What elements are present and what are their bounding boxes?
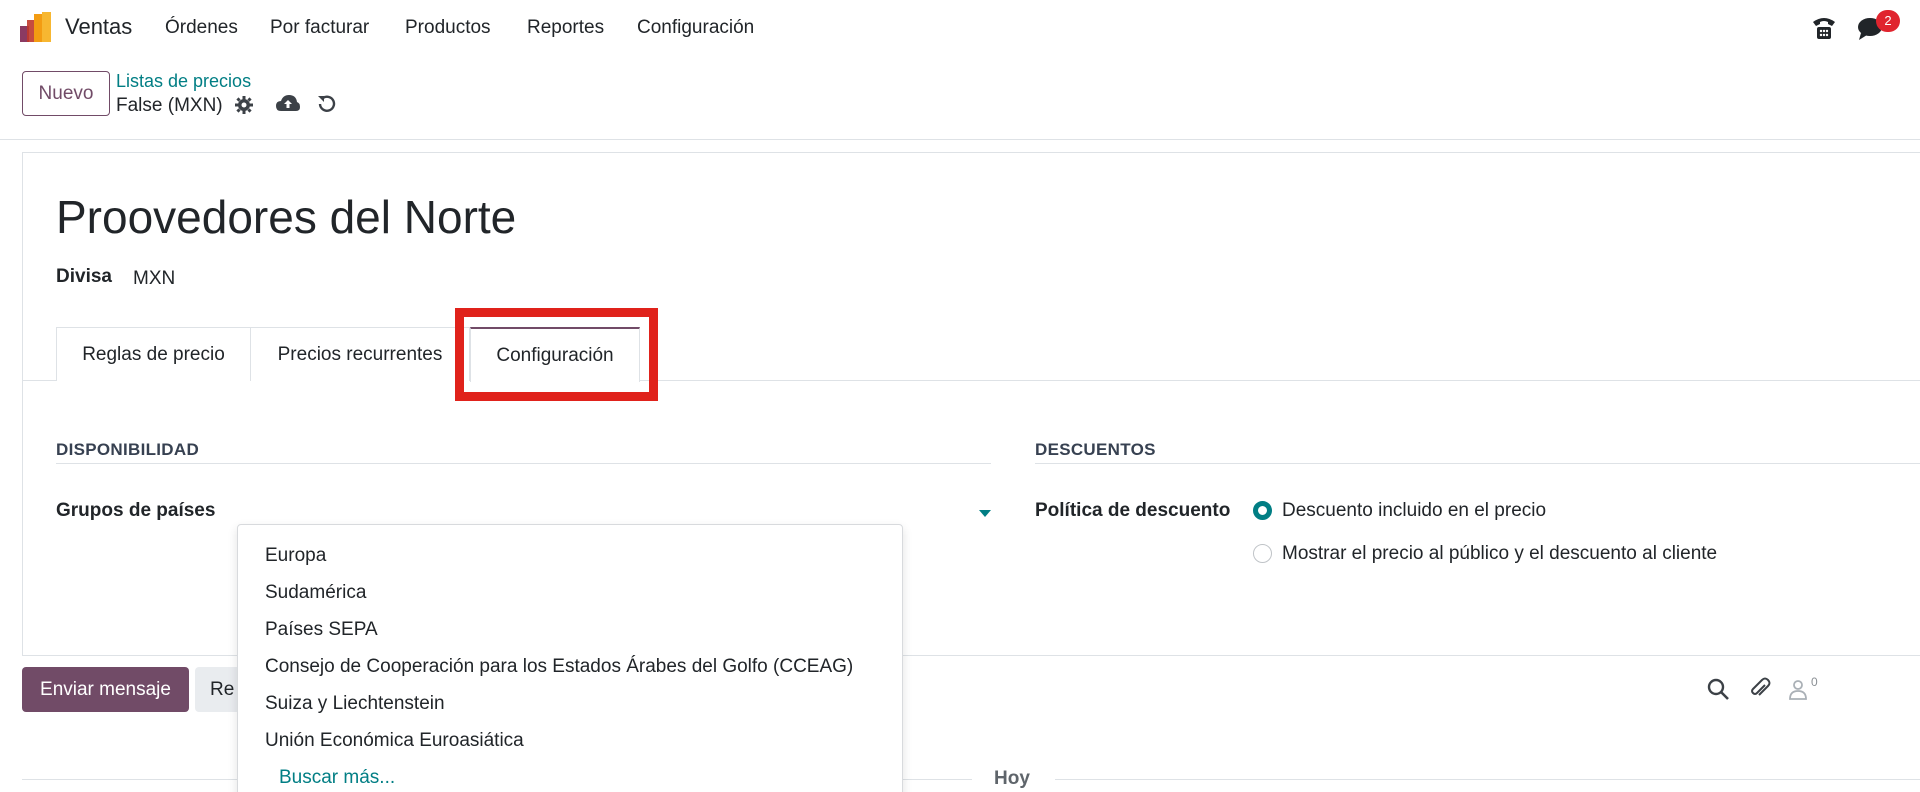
dropdown-option[interactable]: Países SEPA: [265, 619, 378, 641]
record-title[interactable]: Proovedores del Norte: [56, 190, 516, 244]
search-more-link[interactable]: Buscar más...: [279, 767, 395, 789]
chat-count-badge: 2: [1876, 10, 1900, 32]
gear-icon[interactable]: [234, 95, 254, 115]
tab-recurring-prices[interactable]: Precios recurrentes: [250, 327, 470, 381]
radio-show-public-price[interactable]: [1253, 544, 1272, 563]
dropdown-option[interactable]: Unión Económica Euroasiática: [265, 730, 524, 752]
record-name: False (MXN): [116, 95, 223, 116]
menu-configuracion[interactable]: Configuración: [637, 17, 754, 39]
availability-section-title: DISPONIBILIDAD: [56, 440, 200, 459]
follower-count: 0: [1811, 675, 1818, 689]
radio-label-show-public-price[interactable]: Mostrar el precio al público y el descue…: [1282, 543, 1717, 565]
search-icon[interactable]: [1706, 677, 1730, 701]
odoo-app-logo-icon[interactable]: [20, 12, 52, 42]
tab-price-rules[interactable]: Reglas de precio: [56, 327, 251, 381]
breadcrumb-pricelists[interactable]: Listas de precios: [116, 71, 251, 92]
dropdown-option[interactable]: Europa: [265, 545, 326, 567]
currency-label: Divisa: [56, 266, 112, 287]
paperclip-icon[interactable]: [1748, 677, 1772, 701]
discount-policy-label: Política de descuento: [1035, 500, 1231, 521]
dropdown-option[interactable]: Consejo de Cooperación para los Estados …: [265, 656, 853, 678]
cloud-upload-icon[interactable]: [275, 93, 301, 115]
date-divider-right: [1055, 779, 1920, 780]
currency-value[interactable]: MXN: [133, 268, 175, 290]
phone-icon[interactable]: [1810, 14, 1838, 42]
chevron-down-icon[interactable]: [979, 510, 991, 517]
follower-icon[interactable]: [1786, 677, 1810, 701]
menu-reportes[interactable]: Reportes: [527, 17, 604, 39]
country-groups-dropdown: Europa Sudamérica Países SEPA Consejo de…: [237, 524, 903, 792]
discounts-section-title: DESCUENTOS: [1035, 440, 1156, 459]
discounts-divider: [1035, 463, 1920, 464]
dropdown-option[interactable]: Suiza y Liechtenstein: [265, 693, 445, 715]
availability-divider: [56, 463, 991, 464]
radio-label-discount-included[interactable]: Descuento incluido en el precio: [1282, 500, 1546, 522]
tab-label: Precios recurrentes: [277, 343, 443, 365]
undo-icon[interactable]: [315, 93, 337, 115]
country-groups-label: Grupos de países: [56, 500, 216, 521]
app-name[interactable]: Ventas: [65, 14, 132, 40]
menu-productos[interactable]: Productos: [405, 17, 491, 39]
send-message-button[interactable]: Enviar mensaje: [22, 667, 189, 712]
date-separator: Hoy: [994, 768, 1030, 789]
top-navbar: Ventas Órdenes Por facturar Productos Re…: [0, 0, 1920, 56]
radio-discount-included[interactable]: [1253, 501, 1272, 520]
menu-por-facturar[interactable]: Por facturar: [270, 17, 369, 39]
control-panel-divider: [0, 139, 1920, 140]
new-button[interactable]: Nuevo: [22, 71, 110, 116]
highlight-annotation: [455, 308, 658, 401]
menu-ordenes[interactable]: Órdenes: [165, 17, 238, 39]
tab-label: Reglas de precio: [82, 343, 225, 365]
dropdown-option[interactable]: Sudamérica: [265, 582, 366, 604]
